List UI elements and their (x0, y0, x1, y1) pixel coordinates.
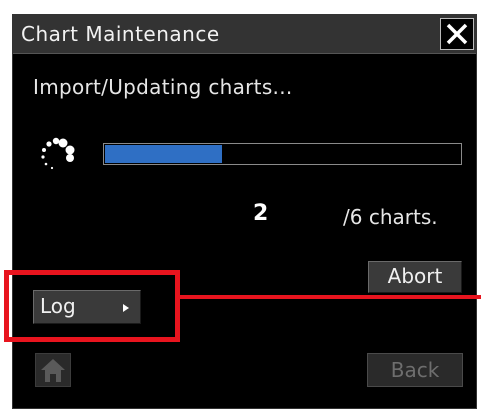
total-charts-label: /6 charts. (343, 205, 438, 229)
dialog-title: Chart Maintenance (21, 22, 220, 46)
progress-fill (105, 145, 222, 163)
home-button[interactable] (35, 353, 71, 387)
annotation-highlight-box (4, 270, 180, 342)
close-button[interactable] (440, 18, 474, 50)
chart-maintenance-dialog: Chart Maintenance Import/Updating charts… (12, 14, 477, 409)
screenshot-stage: Chart Maintenance Import/Updating charts… (0, 0, 481, 409)
abort-button[interactable]: Abort (368, 261, 462, 293)
title-bar: Chart Maintenance (13, 15, 476, 54)
annotation-callout-line (180, 295, 481, 299)
back-button[interactable]: Back (367, 353, 463, 387)
loading-spinner-icon (41, 137, 75, 170)
current-chart-count: 2 (253, 201, 269, 226)
status-message: Import/Updating charts... (33, 75, 293, 99)
home-icon (41, 359, 65, 382)
progress-bar (103, 143, 462, 165)
close-icon (446, 23, 468, 45)
